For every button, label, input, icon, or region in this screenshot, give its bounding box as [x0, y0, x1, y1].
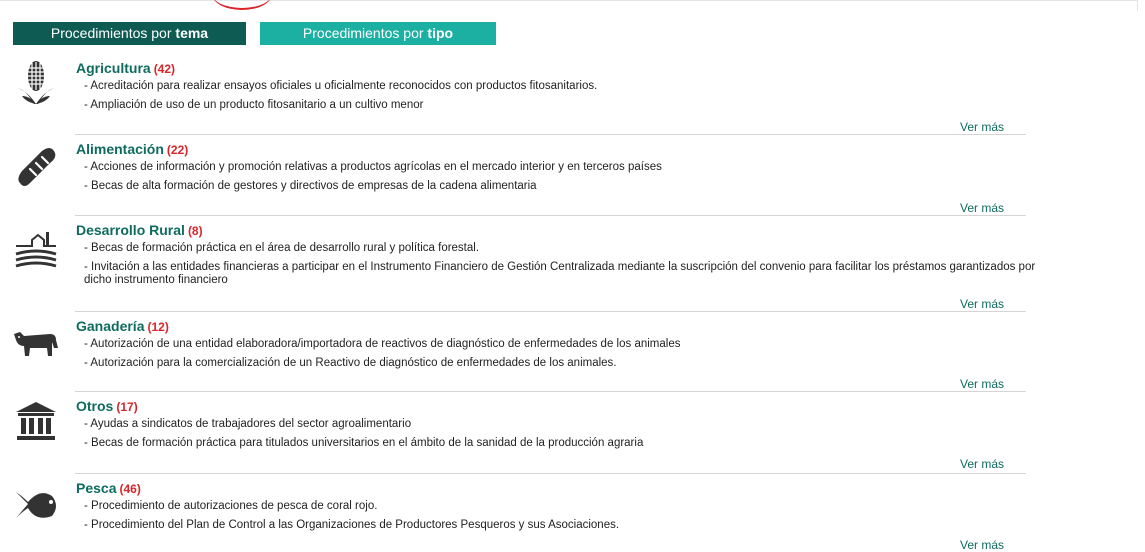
tab-tipo-prefix: Procedimientos por	[302, 25, 428, 41]
list-item[interactable]: - Becas de formación práctica en el área…	[84, 242, 1044, 255]
list-item[interactable]: - Autorización de una entidad elaborador…	[84, 338, 1044, 351]
list-item[interactable]: - Becas de alta formación de gestores y …	[84, 180, 1044, 193]
ver-mas-link[interactable]: Ver más	[960, 201, 1004, 215]
procedure-link[interactable]: - Procedimiento de autorizaciones de pes…	[84, 500, 377, 512]
ver-mas-link[interactable]: Ver más	[960, 297, 1004, 311]
procedure-list: - Procedimiento de autorizaciones de pes…	[84, 500, 1044, 538]
top-border	[0, 0, 1138, 11]
procedure-link[interactable]: - Invitación a las entidades financieras…	[84, 261, 1035, 286]
corn-icon	[18, 61, 54, 104]
list-item[interactable]: - Autorización para la comercialización …	[84, 357, 1044, 370]
category-name: Agricultura	[76, 60, 151, 76]
procedure-link[interactable]: - Autorización para la comercialización …	[84, 357, 617, 369]
category-title[interactable]: Desarrollo Rural (8)	[76, 222, 203, 238]
tab-tipo-bold: tipo	[427, 25, 454, 41]
category-count: (42)	[153, 62, 176, 76]
ver-mas-link[interactable]: Ver más	[960, 457, 1004, 471]
list-item[interactable]: - Procedimiento del Plan de Control a la…	[84, 519, 1044, 532]
category-name: Otros	[76, 398, 114, 414]
tab-tema-prefix: Procedimientos por	[50, 25, 176, 41]
category-name: Desarrollo Rural	[76, 222, 185, 238]
procedure-link[interactable]: - Becas de formación práctica en el área…	[84, 242, 479, 254]
tab-por-tipo[interactable]: Procedimientos por tipo	[260, 22, 496, 45]
procedure-link[interactable]: - Acciones de información y promoción re…	[84, 161, 662, 173]
category-count: (22)	[166, 143, 189, 157]
divider	[75, 215, 1026, 216]
procedure-list: - Acciones de información y promoción re…	[84, 161, 1044, 199]
procedure-link[interactable]: - Becas de formación práctica para titul…	[84, 437, 643, 449]
category-title[interactable]: Agricultura (42)	[76, 60, 175, 76]
list-item[interactable]: - Acreditación para realizar ensayos ofi…	[84, 80, 1044, 93]
divider	[75, 473, 1026, 474]
category-count: (12)	[147, 320, 169, 334]
tab-por-tema[interactable]: Procedimientos por tema	[13, 22, 246, 45]
divider	[75, 134, 1026, 135]
cow-icon	[14, 332, 58, 356]
procedure-link[interactable]: - Autorización de una entidad elaborador…	[84, 338, 680, 350]
list-item[interactable]: - Ayudas a sindicatos de trabajadores de…	[84, 418, 1044, 431]
procedure-link[interactable]: - Acreditación para realizar ensayos ofi…	[84, 80, 597, 92]
category-count: (8)	[187, 224, 203, 238]
list-item[interactable]: - Acciones de información y promoción re…	[84, 161, 1044, 174]
fish-icon	[16, 492, 56, 518]
category-title[interactable]: Ganadería (12)	[76, 318, 169, 334]
category-name: Alimentación	[76, 141, 164, 157]
category-title[interactable]: Pesca (46)	[76, 480, 141, 496]
category-name: Pesca	[76, 480, 117, 496]
list-item[interactable]: - Invitación a las entidades financieras…	[84, 261, 1044, 287]
list-item[interactable]: - Becas de formación práctica para titul…	[84, 437, 1044, 450]
ver-mas-link[interactable]: Ver más	[960, 120, 1004, 134]
category-title[interactable]: Otros (17)	[76, 398, 138, 414]
category-count: (46)	[119, 482, 141, 496]
procedure-list: - Autorización de una entidad elaborador…	[84, 338, 1044, 376]
procedure-list: - Ayudas a sindicatos de trabajadores de…	[84, 418, 1044, 456]
list-item[interactable]: - Ampliación de uso de un producto fitos…	[84, 99, 1044, 112]
category-count: (17)	[116, 400, 138, 414]
rural-landscape-icon	[15, 232, 57, 268]
procedure-list: - Acreditación para realizar ensayos ofi…	[84, 80, 1044, 118]
procedure-link[interactable]: - Becas de alta formación de gestores y …	[84, 180, 537, 192]
ver-mas-link[interactable]: Ver más	[960, 538, 1004, 552]
divider	[75, 311, 1026, 312]
tab-tema-bold: tema	[175, 25, 209, 41]
list-item[interactable]: - Procedimiento de autorizaciones de pes…	[84, 500, 1044, 513]
category-name: Ganadería	[76, 318, 145, 334]
ver-mas-link[interactable]: Ver más	[960, 377, 1004, 391]
divider	[75, 391, 1026, 392]
procedure-link[interactable]: - Ayudas a sindicatos de trabajadores de…	[84, 418, 411, 430]
bread-icon	[18, 148, 56, 186]
procedure-list: - Becas de formación práctica en el área…	[84, 242, 1044, 293]
institution-icon	[16, 402, 56, 440]
procedure-link[interactable]: - Procedimiento del Plan de Control a la…	[84, 519, 619, 531]
procedure-link[interactable]: - Ampliación de uso de un producto fitos…	[84, 99, 423, 111]
category-title[interactable]: Alimentación (22)	[76, 141, 188, 157]
